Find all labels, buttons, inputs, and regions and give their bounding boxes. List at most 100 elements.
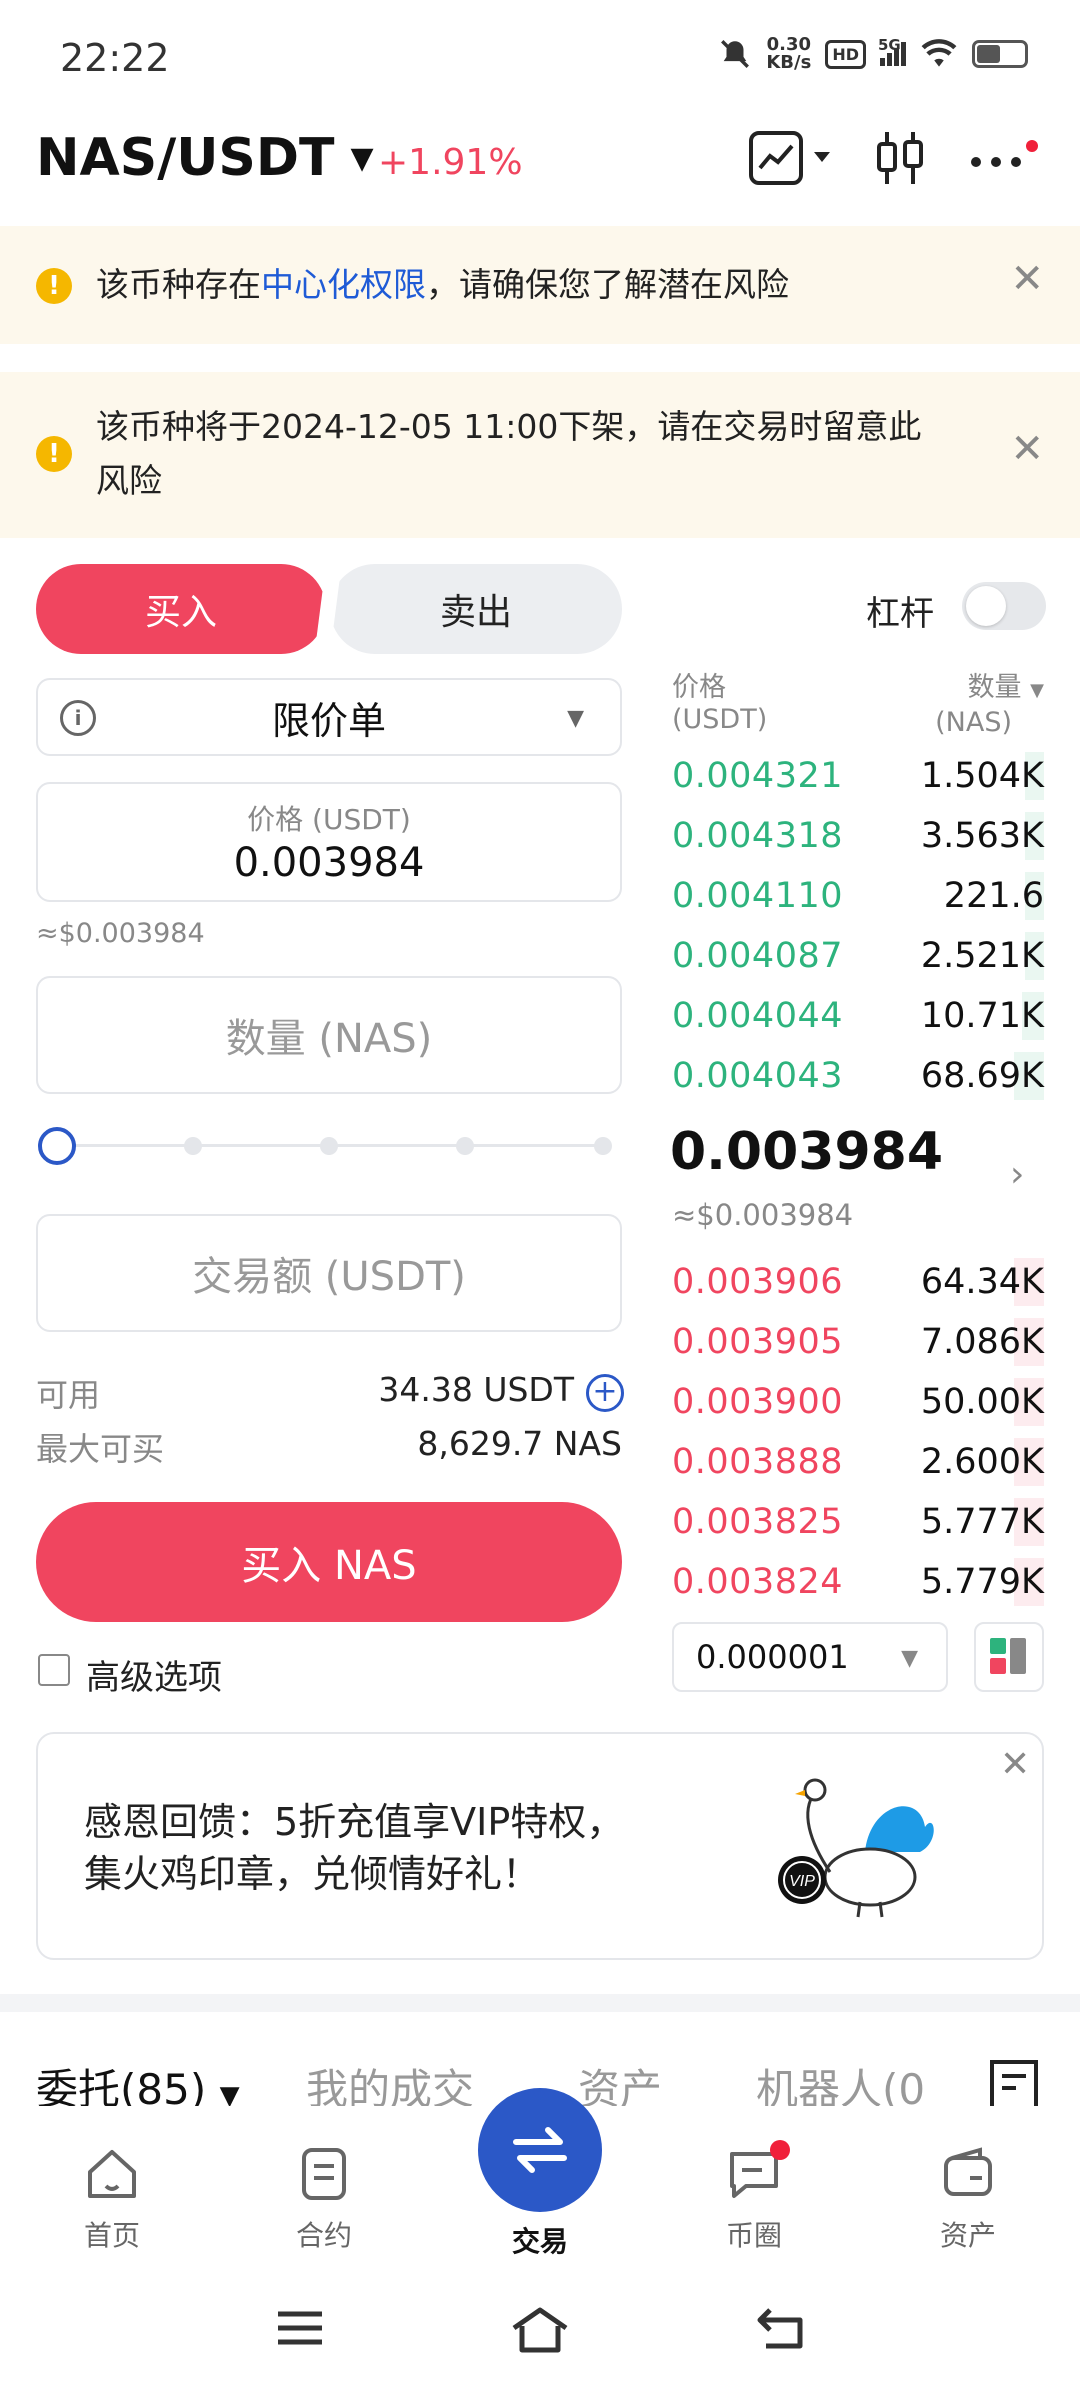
price-change: +1.91%: [378, 142, 523, 183]
max-buy-label: 最大可买: [36, 1430, 165, 1468]
bid-row[interactable]: 0.003906 64.34K: [672, 1252, 1044, 1312]
last-price: 0.003984: [670, 1122, 944, 1182]
more-button[interactable]: [970, 140, 1040, 184]
slider-step-75[interactable]: [456, 1137, 474, 1155]
price-input[interactable]: 价格 (USDT) 0.003984: [36, 782, 622, 902]
deposit-plus-icon[interactable]: +: [586, 1374, 624, 1412]
caret-down-icon: ▼: [567, 706, 584, 731]
home-nav-icon[interactable]: [510, 2306, 570, 2354]
bid-qty: 5.779K: [920, 1562, 1044, 1602]
signal-icon: 5G: [878, 36, 906, 66]
ask-qty: 221.6: [943, 876, 1044, 916]
buy-nas-button[interactable]: 买入 NAS: [36, 1502, 622, 1622]
precision-select[interactable]: 0.000001 ▼: [672, 1622, 948, 1692]
max-buy-value: 8,629.7 NAS: [417, 1424, 622, 1463]
bid-row[interactable]: 0.003905 7.086K: [672, 1312, 1044, 1372]
bid-qty: 50.00K: [920, 1382, 1044, 1422]
bid-qty: 2.600K: [920, 1442, 1044, 1482]
back-icon[interactable]: [756, 2306, 808, 2350]
available-value: 34.38 USDT: [378, 1370, 574, 1409]
ask-price: 0.004318: [672, 816, 844, 856]
slider-step-25[interactable]: [184, 1137, 202, 1155]
net-speed: 0.30 KB/s: [766, 34, 812, 73]
nav-trade-button[interactable]: [478, 2088, 602, 2212]
leverage-label: 杠杆: [866, 594, 934, 634]
close-icon[interactable]: ✕: [1000, 1744, 1030, 1785]
ask-row[interactable]: 0.004087 2.521K: [672, 926, 1044, 986]
banner-text: 该币种存在中心化权限，请确保您了解潜在风险: [96, 265, 789, 304]
pair-selector[interactable]: NAS/USDT ▼: [36, 128, 374, 188]
chart-toggle[interactable]: [748, 128, 840, 192]
mute-bell-icon: [721, 40, 750, 68]
nav-contract[interactable]: 合约: [254, 2146, 394, 2254]
pair-title: NAS/USDT: [36, 128, 335, 188]
ask-price: 0.004321: [672, 756, 844, 796]
risk-banner-centralized: ! 该币种存在中心化权限，请确保您了解潜在风险 ✕: [0, 226, 1080, 344]
ask-qty: 68.69K: [920, 1056, 1044, 1096]
hd-icon: HD: [825, 39, 866, 69]
orderbook-layout-button[interactable]: [974, 1622, 1044, 1692]
svg-text:VIP: VIP: [789, 1873, 815, 1890]
battery-icon: [972, 40, 1028, 68]
advanced-options-checkbox[interactable]: [38, 1654, 70, 1686]
menu-icon[interactable]: [274, 2306, 326, 2350]
slider-handle[interactable]: [38, 1127, 76, 1165]
ask-qty: 2.521K: [920, 936, 1044, 976]
slider-step-100[interactable]: [594, 1137, 612, 1155]
bid-row[interactable]: 0.003888 2.600K: [672, 1432, 1044, 1492]
bid-row[interactable]: 0.003900 50.00K: [672, 1372, 1044, 1432]
ob-qty-header[interactable]: 数量 ▼ (NAS): [935, 672, 1044, 739]
bid-price: 0.003900: [672, 1382, 844, 1422]
ask-price: 0.004110: [672, 876, 844, 916]
precision-value: 0.000001: [696, 1638, 849, 1676]
ask-row[interactable]: 0.004110 221.6: [672, 866, 1044, 926]
close-icon[interactable]: ✕: [1010, 426, 1044, 472]
nav-community[interactable]: 币圈: [684, 2140, 824, 2254]
wifi-icon: [921, 39, 957, 67]
price-approx-usd: ≈$0.003984: [36, 918, 205, 949]
ask-row[interactable]: 0.004321 1.504K: [672, 746, 1044, 806]
bid-price: 0.003888: [672, 1442, 844, 1482]
orderbook-layout-icon: [990, 1638, 1026, 1674]
chevron-right-icon[interactable]: ›: [1010, 1154, 1024, 1195]
order-type-select[interactable]: i 限价单 ▼: [36, 678, 622, 756]
nav-assets[interactable]: 资产: [898, 2146, 1038, 2254]
ask-qty: 3.563K: [920, 816, 1044, 856]
bid-qty: 5.777K: [920, 1502, 1044, 1542]
ask-qty: 10.71K: [920, 996, 1044, 1036]
risk-banner-delisting: ! 该币种将于2024-12-05 11:00下架，请在交易时留意此 风险 ✕: [0, 372, 1080, 538]
info-icon[interactable]: i: [60, 700, 96, 736]
ask-price: 0.004087: [672, 936, 844, 976]
available-label: 可用: [36, 1376, 101, 1414]
nav-home[interactable]: 首页: [42, 2146, 182, 2254]
ask-row[interactable]: 0.004044 10.71K: [672, 986, 1044, 1046]
tab-sell[interactable]: 卖出: [330, 564, 622, 654]
ask-row[interactable]: 0.004043 68.69K: [672, 1046, 1044, 1106]
close-icon[interactable]: ✕: [1010, 256, 1044, 302]
caret-down-icon: ▼: [901, 1646, 918, 1671]
centralized-permission-link[interactable]: 中心化权限: [261, 265, 426, 304]
tab-buy[interactable]: 买入: [36, 564, 326, 654]
promo-text[interactable]: 感恩回馈：5折充值享VIP特权， 集火鸡印章，兑倾情好礼！: [84, 1796, 624, 1900]
price-value: 0.003984: [233, 840, 425, 886]
banner-text: 该币种将于2024-12-05 11:00下架，请在交易时留意此 风险: [96, 407, 922, 500]
warning-icon: !: [36, 268, 72, 304]
bid-price: 0.003905: [672, 1322, 844, 1362]
candlestick-button[interactable]: [874, 128, 926, 192]
ob-price-header: 价格 (USDT): [672, 672, 768, 735]
ask-row[interactable]: 0.004318 3.563K: [672, 806, 1044, 866]
amount-input[interactable]: 交易额 (USDT): [36, 1214, 622, 1332]
leverage-toggle[interactable]: [962, 582, 1046, 630]
advanced-options-label[interactable]: 高级选项: [86, 1650, 222, 1699]
nav-trade-label[interactable]: 交易: [470, 2220, 610, 2260]
bid-row[interactable]: 0.003825 5.777K: [672, 1492, 1044, 1552]
more-icon: [971, 140, 1038, 167]
slider-step-50[interactable]: [320, 1137, 338, 1155]
wallet-icon: [944, 2147, 992, 2196]
section-divider: [0, 1994, 1080, 2012]
last-price-approx: ≈$0.003984: [672, 1198, 854, 1232]
bid-price: 0.003824: [672, 1562, 844, 1602]
bid-row[interactable]: 0.003824 5.779K: [672, 1552, 1044, 1612]
ask-qty: 1.504K: [920, 756, 1044, 796]
quantity-input[interactable]: 数量 (NAS): [36, 976, 622, 1094]
